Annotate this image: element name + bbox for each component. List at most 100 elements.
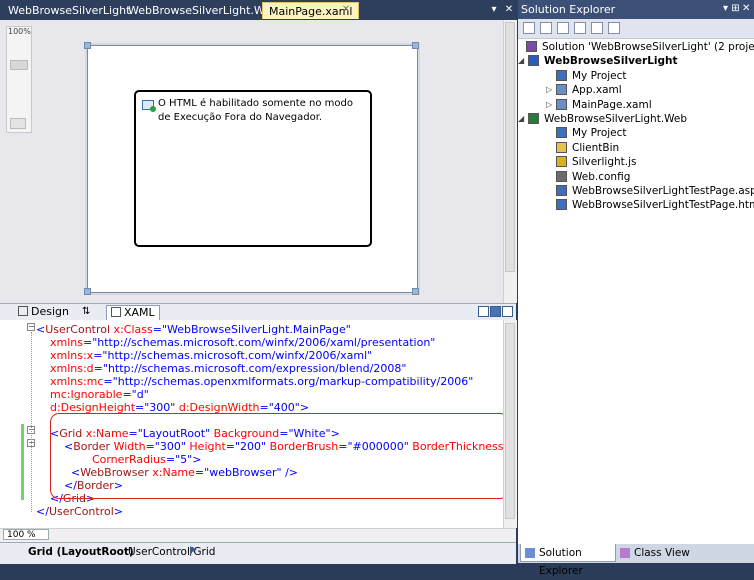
view-switcher-bar: Design ⇅ XAML: [0, 303, 516, 321]
aspx-file-icon: [556, 185, 567, 196]
config-file-icon: [556, 170, 567, 182]
properties-icon[interactable]: [523, 22, 535, 34]
collapse-pane-icon[interactable]: [502, 306, 513, 317]
code-line[interactable]: </UserControl>: [36, 505, 123, 518]
zoom-slider[interactable]: [6, 26, 32, 133]
code-token: "d": [131, 388, 149, 401]
code-line[interactable]: <UserControl x:Class="WebBrowseSilverLig…: [36, 323, 351, 336]
window-position-icon[interactable]: ▾ ⊞: [723, 3, 740, 14]
tab-class-view[interactable]: Class View: [616, 544, 694, 562]
solution-tree-item[interactable]: WebBrowseSilverLightTestPage.html: [556, 198, 754, 212]
refresh-icon[interactable]: [557, 22, 569, 34]
code-token: "http://schemas.microsoft.com/winfx/2006…: [92, 336, 436, 349]
document-close-icon[interactable]: ✕: [503, 4, 515, 16]
tree-expander-icon[interactable]: ▷: [546, 83, 555, 97]
tab-close-icon[interactable]: ✕: [340, 4, 352, 16]
editor-vertical-scrollbar[interactable]: [503, 320, 517, 528]
code-line[interactable]: xmlns:d="http://schemas.microsoft.com/ex…: [36, 362, 406, 375]
tree-expander-icon[interactable]: ◢: [518, 112, 527, 126]
tab-design[interactable]: Design: [14, 305, 73, 319]
editor-zoom-select[interactable]: 100 %: [3, 529, 49, 540]
close-icon[interactable]: ✕: [742, 3, 750, 14]
solution-tree-item[interactable]: MainPage.xaml: [556, 98, 652, 112]
tab-solution-explorer-label: Solution Explorer: [539, 547, 583, 577]
code-token: =: [93, 362, 103, 375]
folder-icon: [556, 141, 567, 153]
designer-vertical-scrollbar[interactable]: [503, 20, 517, 303]
solution-explorer-header: Solution Explorer ▾ ⊞ ✕: [518, 0, 754, 19]
solution-tree-item[interactable]: WebBrowseSilverLight.Web: [528, 112, 687, 126]
solution-tree-item-label: App.xaml: [572, 84, 622, 97]
web-project-icon: [528, 113, 539, 124]
design-view-icon: [18, 306, 28, 316]
breadcrumb-path[interactable]: UserControl/Grid: [128, 546, 215, 558]
code-line[interactable]: xmlns:x="http://schemas.microsoft.com/wi…: [36, 349, 372, 362]
zoom-slider-thumb[interactable]: [10, 60, 28, 70]
code-token: =: [82, 336, 93, 349]
fit-to-window-icon[interactable]: [10, 118, 26, 129]
tab-webbrowsesilverlight-web[interactable]: WebBrowseSilverLight.Web: [122, 2, 284, 19]
webbrowser-placeholder-text: O HTML é habilitado somente no modo de E…: [158, 98, 353, 123]
swap-panes-button[interactable]: ⇅: [78, 305, 94, 319]
solution-tree-item-label: WebBrowseSilverLight.Web: [544, 113, 688, 125]
collapse-usercontrol-icon[interactable]: −: [27, 323, 35, 331]
webbrowser-status-dot-icon: [150, 106, 156, 112]
solution-tree-item[interactable]: Silverlight.js: [556, 155, 637, 169]
tab-class-view-label: Class View: [634, 547, 690, 559]
solution-tree-item[interactable]: Web.config: [556, 170, 630, 184]
project-icon: [528, 55, 539, 67]
solution-tree-item[interactable]: My Project: [556, 69, 627, 83]
solution-tree-item-label: WebBrowseSilverLightTestPage.aspx: [572, 185, 754, 197]
solution-explorer-toolbar: [518, 19, 754, 39]
code-token: mc:Ignorable: [36, 388, 123, 401]
horizontal-split-icon[interactable]: [490, 306, 501, 317]
show-all-files-icon[interactable]: [540, 22, 552, 34]
solution-explorer-title: Solution Explorer: [521, 3, 616, 16]
breadcrumb-arrow-icon[interactable]: ▶: [190, 545, 197, 555]
resize-handle[interactable]: [412, 42, 419, 49]
solution-tree-item[interactable]: WebBrowseSilverLightTestPage.aspx: [556, 184, 754, 198]
editor-horizontal-scrollbar[interactable]: [0, 528, 516, 542]
explorer-tab-strip: Solution Explorer Class View: [518, 544, 754, 577]
resize-handle[interactable]: [84, 42, 91, 49]
document-tab-strip: WebBrowseSilverLight WebBrowseSilverLigh…: [0, 0, 518, 20]
tab-dropdown-icon[interactable]: ▾: [488, 4, 500, 16]
xaml-file-icon: [556, 84, 567, 96]
view-class-diagram-icon[interactable]: [608, 22, 620, 34]
solution-explorer-tab-icon: [525, 548, 535, 558]
solution-tree-item[interactable]: ClientBin: [556, 141, 619, 155]
vertical-split-icon[interactable]: [478, 306, 489, 317]
code-token: >: [113, 505, 123, 518]
code-line[interactable]: xmlns:mc="http://schemas.openxmlformats.…: [36, 375, 473, 388]
solution-tree-item-label: Solution 'WebBrowseSilverLight' (2 proje…: [542, 41, 754, 53]
solution-tree-item[interactable]: WebBrowseSilverLight: [528, 54, 678, 68]
code-token: xmlns:mc: [36, 375, 104, 388]
solution-tree-item[interactable]: App.xaml: [556, 83, 622, 97]
tab-xaml[interactable]: XAML: [106, 305, 160, 320]
code-token: xmlns:x: [36, 349, 94, 362]
code-token: "http://schemas.microsoft.com/expression…: [102, 362, 407, 375]
view-designer-icon[interactable]: [591, 22, 603, 34]
resize-handle[interactable]: [84, 288, 91, 295]
solution-tree-item-label: WebBrowseSilverLightTestPage.html: [572, 199, 754, 212]
tab-webbrowsesilverlight[interactable]: WebBrowseSilverLight: [2, 2, 136, 19]
properties-icon: [556, 69, 567, 81]
view-code-icon[interactable]: [574, 22, 586, 34]
solution-tree-item[interactable]: Solution 'WebBrowseSilverLight' (2 proje…: [526, 40, 754, 54]
breadcrumb-current[interactable]: Grid (LayoutRoot): [28, 546, 134, 558]
solution-tree-item[interactable]: My Project: [556, 126, 627, 140]
tree-expander-icon[interactable]: ◢: [518, 54, 527, 68]
js-file-icon: [556, 156, 567, 168]
code-token: "http://schemas.microsoft.com/winfx/2006…: [102, 349, 373, 362]
code-line[interactable]: mc:Ignorable="d": [36, 388, 149, 401]
tab-solution-explorer[interactable]: Solution Explorer: [520, 544, 616, 577]
code-token: UserControl: [45, 323, 111, 336]
xaml-file-icon: [556, 98, 567, 110]
code-token: </: [36, 505, 49, 518]
code-token: =: [152, 323, 162, 336]
code-line[interactable]: xmlns="http://schemas.microsoft.com/winf…: [36, 336, 435, 349]
resize-handle[interactable]: [412, 288, 419, 295]
xaml-view-icon: [111, 307, 121, 317]
tree-expander-icon[interactable]: ▷: [546, 98, 555, 112]
tab-xaml-label: XAML: [124, 306, 155, 319]
